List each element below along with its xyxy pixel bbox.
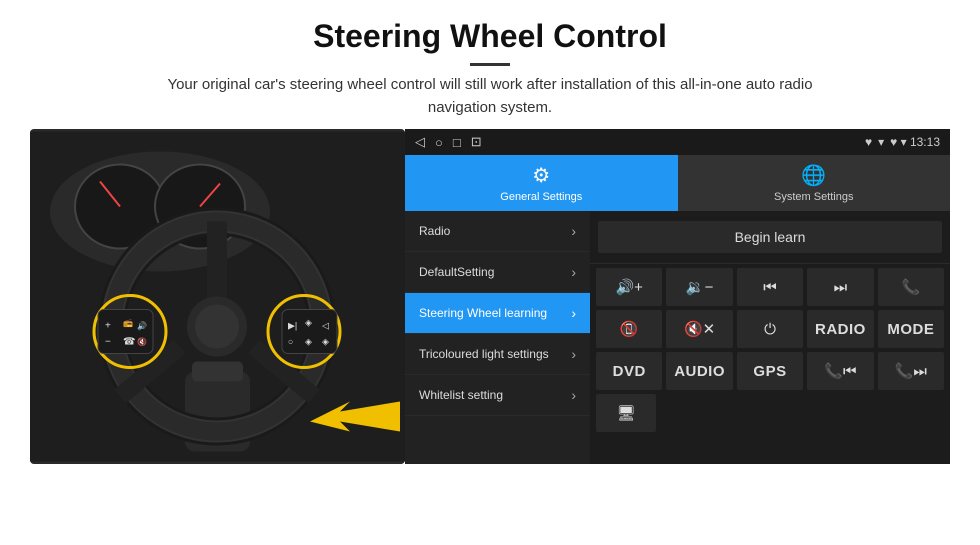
mode-button[interactable]: MODE — [878, 310, 944, 348]
button-row-2: 📵 🔇✕ ⏻ RADIO MODE — [596, 310, 944, 348]
back-icon[interactable]: ◁ — [415, 134, 425, 150]
mute-icon: 🔇✕ — [684, 320, 715, 338]
tel-next-icon: 📞⏭ — [895, 362, 927, 380]
menu-steering-label: Steering Wheel learning — [419, 306, 547, 320]
power-button[interactable]: ⏻ — [737, 310, 803, 348]
gps-button[interactable]: GPS — [737, 352, 803, 390]
tab-general-label: General Settings — [500, 191, 582, 203]
menu-default-label: DefaultSetting — [419, 265, 494, 279]
extra-button[interactable]: 🖥 — [596, 394, 656, 432]
menu-item-tricoloured[interactable]: Tricoloured light settings › — [405, 334, 590, 375]
header-divider — [470, 63, 510, 66]
menu-item-whitelist[interactable]: Whitelist setting › — [405, 375, 590, 416]
chevron-right-icon: › — [571, 387, 576, 403]
screenshot-icon[interactable]: ⊡ — [471, 134, 482, 150]
svg-text:◁: ◁ — [322, 321, 329, 331]
tab-system-settings[interactable]: 🌐 System Settings — [678, 155, 951, 211]
svg-text:+: + — [105, 321, 111, 332]
mute-button[interactable]: 🔇✕ — [666, 310, 732, 348]
begin-learn-row: Begin learn — [590, 211, 950, 264]
svg-text:◈: ◈ — [305, 318, 312, 328]
svg-text:🔊: 🔊 — [137, 321, 147, 331]
chevron-right-icon: › — [571, 346, 576, 362]
menu-whitelist-label: Whitelist setting — [419, 388, 503, 402]
button-row-1: 🔊+ 🔉− ⏮ ⏭ 📞 — [596, 268, 944, 306]
dvd-label: DVD — [613, 363, 646, 380]
gps-label: GPS — [753, 363, 786, 380]
phone-icon: 📞 — [901, 278, 920, 296]
chevron-right-icon: › — [571, 305, 576, 321]
page-title: Steering Wheel Control — [60, 18, 920, 55]
prev-track-button[interactable]: ⏮ — [737, 268, 803, 306]
head-unit: ◁ ○ □ ⊡ ♥ ▾ ♥ ▾ 13:13 ⚙ General Settings… — [405, 129, 950, 464]
menu-list: Radio › DefaultSetting › Steering Wheel … — [405, 211, 590, 464]
svg-text:−: − — [105, 337, 111, 348]
right-panel: Begin learn 🔊+ 🔉− ⏮ — [590, 211, 950, 464]
svg-text:▶|: ▶| — [288, 321, 297, 331]
volume-down-button[interactable]: 🔉− — [666, 268, 732, 306]
chevron-right-icon: › — [571, 264, 576, 280]
tab-bar: ⚙ General Settings 🌐 System Settings — [405, 155, 950, 211]
button-row-3: DVD AUDIO GPS 📞⏮ 📞⏭ — [596, 352, 944, 390]
volume-up-icon: 🔊+ — [615, 278, 642, 296]
system-settings-icon: 🌐 — [801, 163, 826, 188]
phone-end-icon: 📵 — [620, 320, 639, 338]
location-icon: ♥ — [865, 135, 872, 149]
next-track-button[interactable]: ⏭ — [807, 268, 873, 306]
svg-text:◈: ◈ — [322, 337, 329, 347]
page-header: Steering Wheel Control Your original car… — [0, 0, 980, 129]
tab-system-label: System Settings — [774, 191, 853, 203]
volume-up-button[interactable]: 🔊+ — [596, 268, 662, 306]
svg-text:☎: ☎ — [123, 337, 135, 348]
mode-label: MODE — [887, 321, 934, 338]
phone-answer-button[interactable]: 📞 — [878, 268, 944, 306]
status-bar-info: ♥ ▾ ♥ ▾ 13:13 — [865, 135, 940, 149]
steering-wheel-image: + 📻 − ☎ 🔊 🔇 ▶| ◈ ○ ◈ ◁ ◈ — [30, 129, 405, 464]
phone-end-button[interactable]: 📵 — [596, 310, 662, 348]
clock: ♥ ▾ 13:13 — [890, 135, 940, 149]
general-settings-icon: ⚙ — [532, 163, 550, 188]
audio-button[interactable]: AUDIO — [666, 352, 732, 390]
svg-text:○: ○ — [288, 337, 293, 347]
button-row-4: 🖥 — [596, 394, 944, 432]
radio-button[interactable]: RADIO — [807, 310, 873, 348]
svg-text:◈: ◈ — [305, 337, 312, 347]
svg-text:📻: 📻 — [123, 319, 133, 328]
page-description: Your original car's steering wheel contr… — [140, 74, 840, 119]
home-icon[interactable]: ○ — [435, 135, 443, 150]
chevron-right-icon: › — [571, 223, 576, 239]
content-area: + 📻 − ☎ 🔊 🔇 ▶| ◈ ○ ◈ ◁ ◈ ◁ ○ □ — [0, 129, 980, 464]
audio-label: AUDIO — [674, 363, 725, 380]
tel-prev-icon: 📞⏮ — [824, 362, 856, 380]
prev-track-icon: ⏮ — [763, 279, 777, 296]
power-icon: ⏻ — [764, 321, 776, 338]
menu-radio-label: Radio — [419, 224, 450, 238]
radio-label: RADIO — [815, 321, 866, 338]
menu-tricoloured-label: Tricoloured light settings — [419, 347, 549, 361]
svg-text:🔇: 🔇 — [137, 337, 147, 347]
display-icon: 🖥 — [616, 404, 635, 422]
tel-prev-button[interactable]: 📞⏮ — [807, 352, 873, 390]
wifi-icon: ▾ — [878, 135, 884, 149]
tab-general-settings[interactable]: ⚙ General Settings — [405, 155, 678, 211]
recents-icon[interactable]: □ — [453, 135, 461, 150]
button-grid: 🔊+ 🔉− ⏮ ⏭ 📞 — [590, 264, 950, 440]
menu-item-steering-wheel[interactable]: Steering Wheel learning › — [405, 293, 590, 334]
menu-item-default-setting[interactable]: DefaultSetting › — [405, 252, 590, 293]
status-bar-nav-icons: ◁ ○ □ ⊡ — [415, 134, 482, 150]
begin-learn-button[interactable]: Begin learn — [598, 221, 942, 253]
main-content: Radio › DefaultSetting › Steering Wheel … — [405, 211, 950, 464]
status-bar: ◁ ○ □ ⊡ ♥ ▾ ♥ ▾ 13:13 — [405, 129, 950, 155]
dvd-button[interactable]: DVD — [596, 352, 662, 390]
volume-down-icon: 🔉− — [686, 278, 713, 296]
next-track-icon: ⏭ — [834, 279, 848, 296]
menu-item-radio[interactable]: Radio › — [405, 211, 590, 252]
tel-next-button[interactable]: 📞⏭ — [878, 352, 944, 390]
